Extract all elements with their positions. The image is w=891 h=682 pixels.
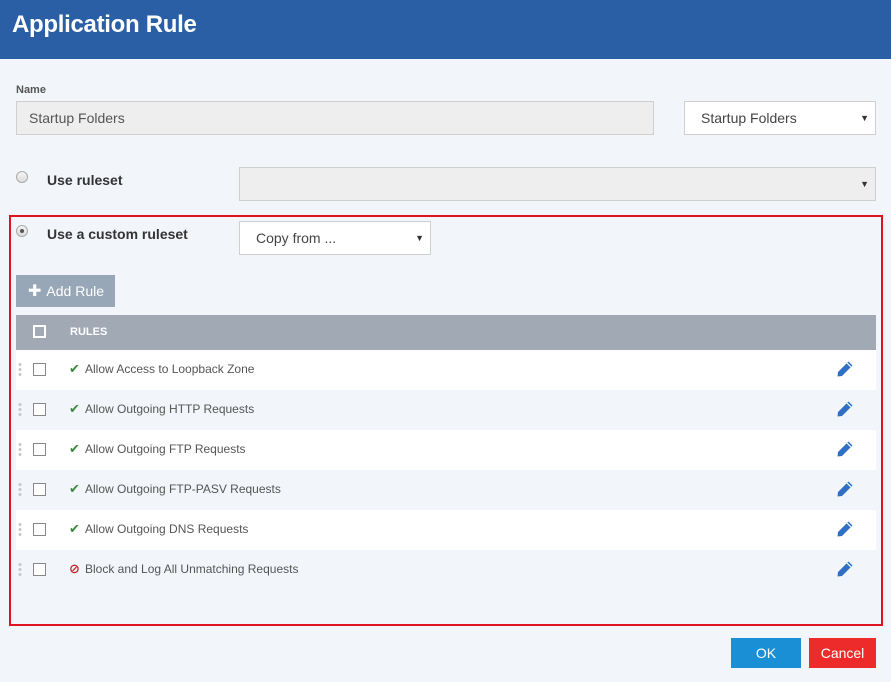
rules-list: ✔ Allow Access to Loopback Zone ✔ Allow … [16, 350, 876, 590]
checkmark-icon: ✔ [69, 361, 80, 376]
use-ruleset-label: Use ruleset [47, 172, 123, 188]
rule-row[interactable]: ✔ Allow Outgoing FTP-PASV Requests [16, 470, 876, 510]
name-input[interactable] [16, 101, 654, 135]
drag-handle[interactable] [18, 562, 22, 578]
drag-handle[interactable] [18, 362, 22, 378]
pencil-icon[interactable] [836, 520, 854, 538]
rule-checkbox[interactable] [33, 483, 46, 496]
rule-row[interactable]: ✔ Allow Outgoing HTTP Requests [16, 390, 876, 430]
add-rule-button[interactable]: ✚ Add Rule [16, 275, 115, 307]
cancel-button[interactable]: Cancel [809, 638, 876, 668]
use-ruleset-radio[interactable] [16, 171, 28, 183]
ruleset-select[interactable]: ▼ [239, 167, 876, 201]
rule-checkbox[interactable] [33, 363, 46, 376]
blocked-icon: ⊘ [69, 561, 80, 576]
rule-row[interactable]: ⊘ Block and Log All Unmatching Requests [16, 550, 876, 590]
plus-icon: ✚ [28, 283, 42, 300]
copy-from-value: Copy from ... [256, 230, 337, 246]
rule-row[interactable]: ✔ Allow Access to Loopback Zone [16, 350, 876, 390]
pencil-icon[interactable] [836, 440, 854, 458]
pencil-icon[interactable] [836, 480, 854, 498]
caret-down-icon: ▼ [860, 179, 869, 189]
pencil-icon[interactable] [836, 560, 854, 578]
drag-handle[interactable] [18, 442, 22, 458]
name-select-value: Startup Folders [701, 110, 797, 126]
rule-name: Allow Access to Loopback Zone [85, 362, 255, 376]
drag-handle[interactable] [18, 522, 22, 538]
rule-checkbox[interactable] [33, 523, 46, 536]
rule-row[interactable]: ✔ Allow Outgoing DNS Requests [16, 510, 876, 550]
caret-down-icon: ▼ [415, 233, 424, 243]
pencil-icon[interactable] [836, 360, 854, 378]
custom-ruleset-label: Use a custom ruleset [47, 226, 188, 242]
rule-checkbox[interactable] [33, 443, 46, 456]
checkmark-icon: ✔ [69, 481, 80, 496]
title-bar: Application Rule [0, 0, 891, 59]
select-all-checkbox[interactable] [33, 325, 46, 338]
name-select[interactable]: Startup Folders ▼ [684, 101, 876, 135]
custom-ruleset-radio[interactable] [16, 225, 28, 237]
pencil-icon[interactable] [836, 400, 854, 418]
rules-column-header: RULES [70, 326, 108, 338]
rules-table-header: RULES [16, 315, 876, 350]
rule-name: Allow Outgoing HTTP Requests [85, 402, 255, 416]
rule-row[interactable]: ✔ Allow Outgoing FTP Requests [16, 430, 876, 470]
dialog-title: Application Rule [12, 11, 197, 38]
checkmark-icon: ✔ [69, 521, 80, 536]
drag-handle[interactable] [18, 402, 22, 418]
rule-checkbox[interactable] [33, 563, 46, 576]
rule-name: Block and Log All Unmatching Requests [85, 562, 299, 576]
name-label: Name [16, 84, 46, 96]
rule-name: Allow Outgoing FTP Requests [85, 442, 246, 456]
rule-checkbox[interactable] [33, 403, 46, 416]
add-rule-label: Add Rule [46, 283, 104, 299]
checkmark-icon: ✔ [69, 441, 80, 456]
caret-down-icon: ▼ [860, 113, 869, 123]
rule-name: Allow Outgoing DNS Requests [85, 522, 249, 536]
copy-from-select[interactable]: Copy from ... ▼ [239, 221, 431, 255]
checkmark-icon: ✔ [69, 401, 80, 416]
rule-name: Allow Outgoing FTP-PASV Requests [85, 482, 281, 496]
drag-handle[interactable] [18, 482, 22, 498]
ok-button[interactable]: OK [731, 638, 801, 668]
